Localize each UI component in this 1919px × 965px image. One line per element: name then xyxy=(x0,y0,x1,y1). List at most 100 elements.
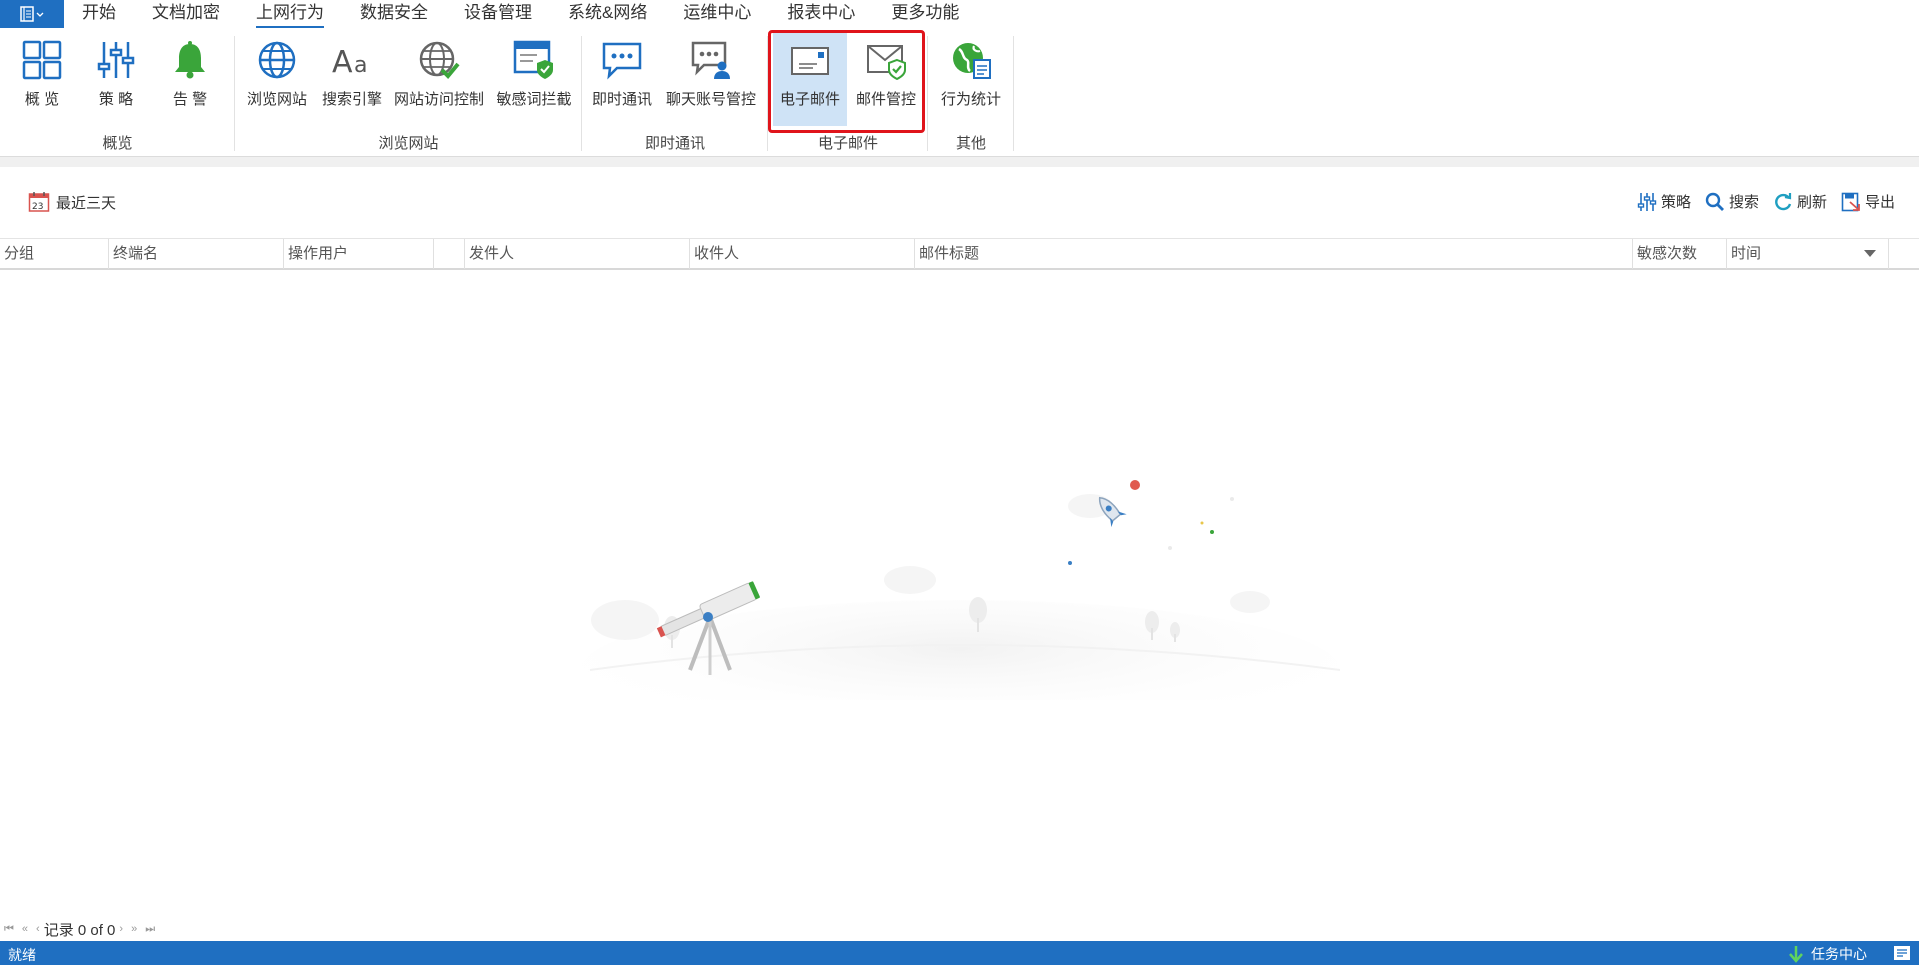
empty-state-illustration xyxy=(580,470,1341,740)
sliders-icon xyxy=(1637,192,1657,211)
envelope-shield-icon xyxy=(867,45,906,80)
ribbon-group-label: 概览 xyxy=(102,135,133,152)
menu-bar: 开始 文档加密 上网行为 数据安全 设备管理 系统&网络 运维中心 报表中心 更… xyxy=(0,0,1919,29)
ribbon-bottom-band xyxy=(0,157,1919,167)
tab-device-management[interactable]: 设备管理 xyxy=(446,0,550,28)
font-aa-icon: A a xyxy=(332,45,367,80)
status-bar: 就绪 任务中心 xyxy=(0,941,1919,965)
chat-bubble-icon xyxy=(602,42,642,80)
ribbon-group-im: 即时通讯 聊天账号管控 即时通讯 xyxy=(582,28,768,157)
window-shield-icon xyxy=(513,40,553,79)
tab-ops-center[interactable]: 运维中心 xyxy=(665,0,769,28)
website-access-control-button[interactable]: 网站访问控制 xyxy=(393,30,485,126)
chat-account-control-label: 聊天账号管控 xyxy=(665,91,756,108)
column-header-subject[interactable]: 邮件标题 xyxy=(915,239,1633,269)
tab-start[interactable]: 开始 xyxy=(64,0,134,28)
email-label: 电子邮件 xyxy=(779,91,840,108)
column-header-terminal[interactable]: 终端名 xyxy=(109,239,284,269)
ribbon-group-browse: 浏览网站 A a 搜索引擎 网站访问控制 敏感词拦截 浏览网站 xyxy=(235,28,582,157)
column-header-sensitive-count[interactable]: 敏感次数 xyxy=(1633,239,1727,269)
message-box-icon[interactable] xyxy=(1893,945,1911,961)
instant-messaging-label: 即时通讯 xyxy=(591,91,652,108)
next-page-button[interactable]: › xyxy=(115,923,127,935)
email-control-button[interactable]: 邮件管控 xyxy=(850,30,922,126)
prev-page-button[interactable]: ‹ xyxy=(32,923,44,935)
app-menu-button[interactable] xyxy=(0,0,64,28)
grid-icon xyxy=(22,40,62,80)
policy-button[interactable]: 策 略 xyxy=(90,30,142,126)
toolbar-refresh-button[interactable]: 刷新 xyxy=(1773,191,1827,212)
next-group-button[interactable]: » xyxy=(127,923,141,935)
chat-account-control-button[interactable]: 聊天账号管控 xyxy=(664,30,758,126)
ribbon-group-label: 电子邮件 xyxy=(817,135,878,152)
globe-icon xyxy=(258,41,296,79)
pager: ⏮ « ‹ 记录 0 of 0 › » ⏭ xyxy=(0,918,159,940)
tab-internet-behavior[interactable]: 上网行为 xyxy=(238,0,342,29)
refresh-icon xyxy=(1775,192,1792,210)
overview-label: 概 览 xyxy=(24,91,60,108)
search-engine-label: 搜索引擎 xyxy=(321,91,382,108)
toolbar-policy-button[interactable]: 策略 xyxy=(1637,191,1691,212)
column-header-blank[interactable] xyxy=(434,239,465,269)
instant-messaging-button[interactable]: 即时通讯 xyxy=(590,30,654,126)
last-page-button[interactable]: ⏭ xyxy=(141,923,159,936)
behavior-stats-button[interactable]: 行为统计 xyxy=(936,30,1006,126)
toolbar-policy-label: 策略 xyxy=(1660,194,1691,211)
browse-website-label: 浏览网站 xyxy=(246,91,307,108)
browse-website-button[interactable]: 浏览网站 xyxy=(245,30,309,126)
tab-report-center[interactable]: 报表中心 xyxy=(769,0,873,28)
export-icon xyxy=(1841,192,1860,211)
first-page-button[interactable]: ⏮ xyxy=(0,923,18,936)
tab-doc-encryption[interactable]: 文档加密 xyxy=(134,0,238,28)
column-header-time[interactable]: 时间 xyxy=(1727,239,1889,269)
toolbar: 23 最近三天 策略 搜索 刷新 导出 xyxy=(0,167,1919,238)
date-range-label: 最近三天 xyxy=(56,194,117,212)
column-header-group[interactable]: 分组 xyxy=(0,239,109,269)
ribbon-group-email: 电子邮件 邮件管控 电子邮件 xyxy=(768,28,928,157)
column-header-sender[interactable]: 发件人 xyxy=(465,239,690,269)
toolbar-search-label: 搜索 xyxy=(1728,194,1759,211)
chat-user-icon xyxy=(691,41,730,79)
globe-check-icon xyxy=(419,41,460,79)
toolbar-export-button[interactable]: 导出 xyxy=(1841,191,1895,212)
sort-desc-icon xyxy=(1864,250,1876,257)
record-count: 记录 0 of 0 xyxy=(43,921,116,939)
svg-text:a: a xyxy=(354,53,367,78)
grid-header: 分组 终端名 操作用户 发件人 收件人 邮件标题 敏感次数 时间 xyxy=(0,238,1919,270)
sensitive-word-block-label: 敏感词拦截 xyxy=(496,91,572,108)
ribbon-group-other: 行为统计 其他 xyxy=(928,28,1014,157)
behavior-stats-label: 行为统计 xyxy=(940,91,1001,108)
ribbon-group-label: 其他 xyxy=(955,135,986,152)
task-center-button[interactable]: 任务中心 xyxy=(1787,944,1867,964)
calendar-day: 23 xyxy=(32,202,43,212)
task-center-label: 任务中心 xyxy=(1811,946,1867,962)
column-header-user[interactable]: 操作用户 xyxy=(284,239,434,269)
alert-button[interactable]: 告 警 xyxy=(164,30,216,126)
group-separator xyxy=(1013,36,1014,151)
overview-button[interactable]: 概 览 xyxy=(16,30,68,126)
prev-group-button[interactable]: « xyxy=(18,923,32,935)
envelope-icon xyxy=(791,47,829,75)
svg-text:A: A xyxy=(332,45,353,80)
policy-label: 策 略 xyxy=(98,91,134,108)
email-control-label: 邮件管控 xyxy=(855,91,916,108)
alert-label: 告 警 xyxy=(172,91,208,108)
tab-system-network[interactable]: 系统&网络 xyxy=(550,0,665,28)
search-engine-button[interactable]: A a 搜索引擎 xyxy=(320,30,384,126)
toolbar-search-button[interactable]: 搜索 xyxy=(1705,191,1759,212)
toolbar-export-label: 导出 xyxy=(1864,194,1895,211)
tab-data-security[interactable]: 数据安全 xyxy=(342,0,446,28)
download-arrow-icon xyxy=(1789,946,1803,963)
email-button[interactable]: 电子邮件 xyxy=(773,30,847,126)
toolbar-refresh-label: 刷新 xyxy=(1796,194,1827,211)
ribbon-group-label: 即时通讯 xyxy=(644,135,705,152)
sensitive-word-block-button[interactable]: 敏感词拦截 xyxy=(494,30,574,126)
date-range-filter[interactable]: 23 最近三天 xyxy=(28,191,116,213)
telescope-empty-illustration xyxy=(580,480,1341,740)
tab-more-features[interactable]: 更多功能 xyxy=(873,0,977,28)
calendar-icon: 23 xyxy=(28,192,50,212)
sliders-icon xyxy=(97,42,135,78)
column-header-recipient[interactable]: 收件人 xyxy=(690,239,915,269)
ribbon-group-label: 浏览网站 xyxy=(378,135,439,152)
column-header-time-label: 时间 xyxy=(1731,245,1762,262)
